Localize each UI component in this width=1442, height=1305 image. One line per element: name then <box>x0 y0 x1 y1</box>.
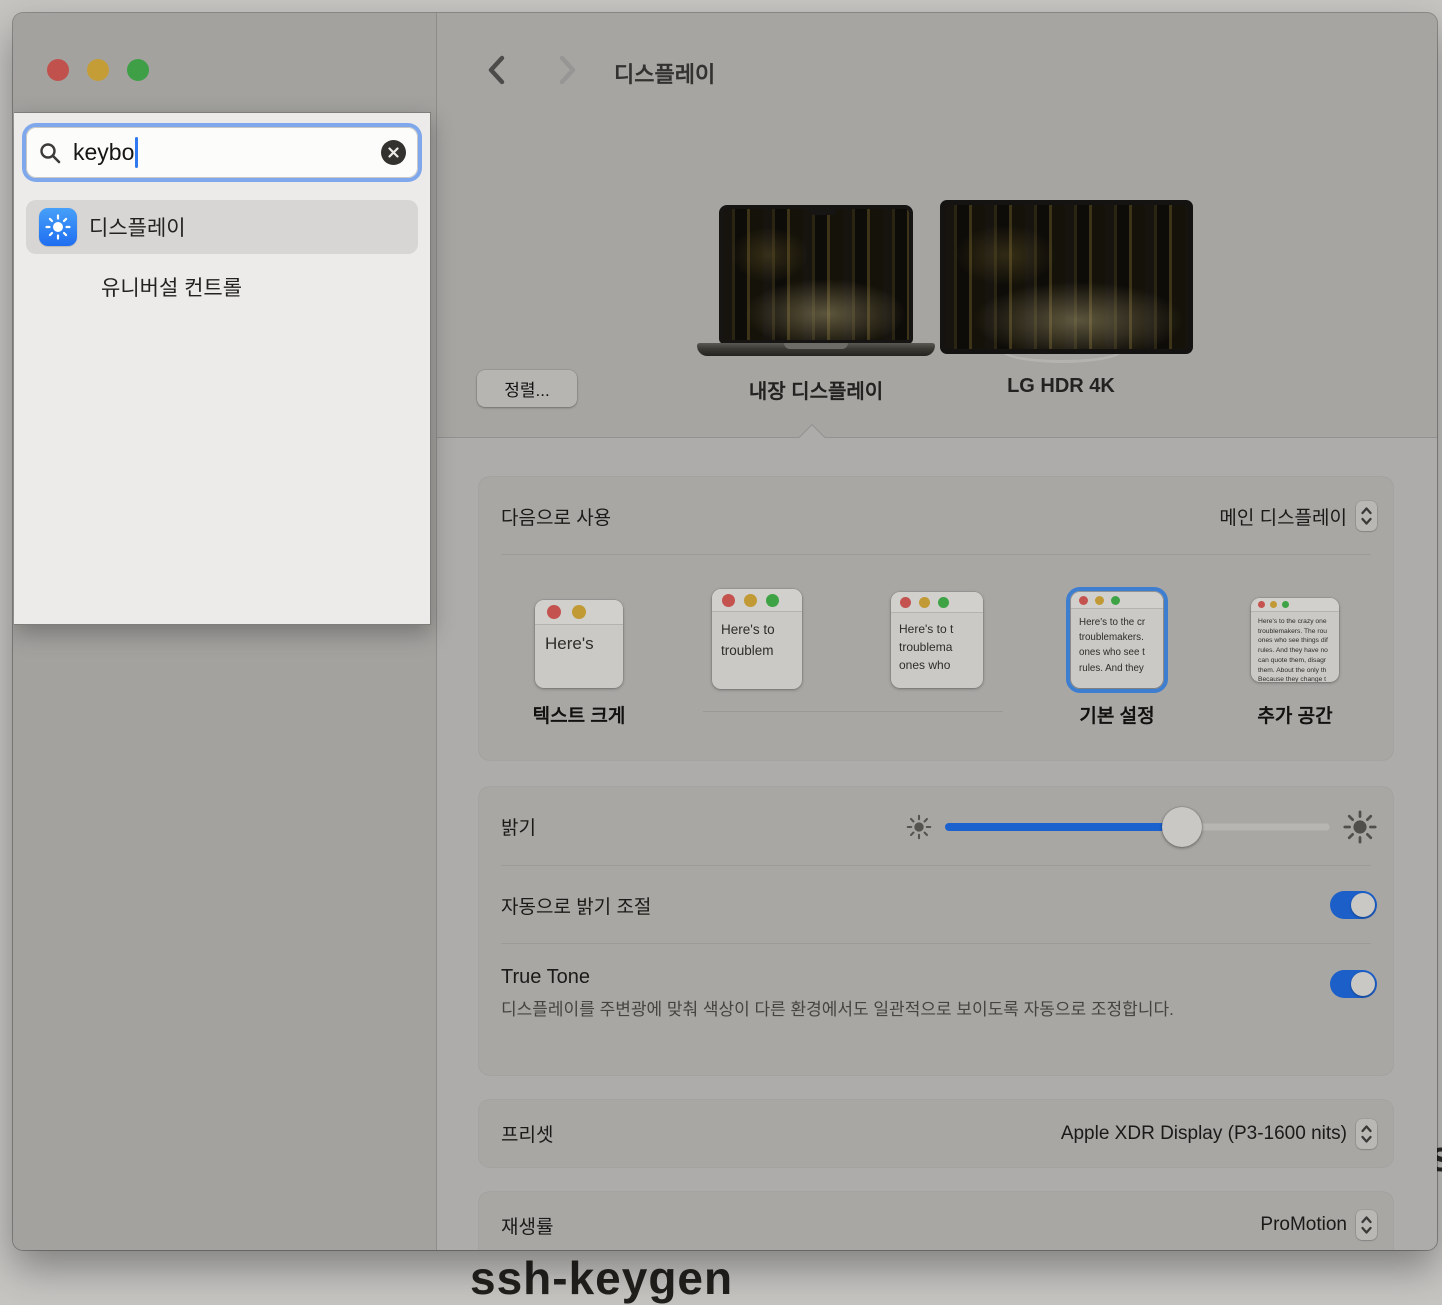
text-size-label-more-space: 추가 공간 <box>1195 701 1395 728</box>
use-as-dropdown[interactable] <box>1356 501 1377 531</box>
display-brightness-icon <box>39 208 77 246</box>
text-size-label-larger-text: 텍스트 크게 <box>479 701 679 728</box>
preset-row: 프리셋 Apple XDR Display (P3-1600 nits) <box>479 1100 1393 1167</box>
slider-fill <box>945 823 1182 831</box>
zoom-window-button[interactable] <box>127 59 149 81</box>
close-window-button[interactable] <box>47 59 69 81</box>
preset-value: Apple XDR Display (P3-1600 nits) <box>1061 1123 1347 1145</box>
search-result-label: 유니버설 컨트롤 <box>101 272 242 302</box>
back-button[interactable] <box>482 54 512 86</box>
preset-dropdown[interactable] <box>1356 1119 1377 1149</box>
auto-brightness-label: 자동으로 밝기 조절 <box>501 892 651 919</box>
mini-window-titlebar <box>712 589 802 612</box>
preset-label: 프리셋 <box>501 1120 553 1147</box>
laptop-base <box>697 343 935 356</box>
mini-window-titlebar <box>1071 592 1163 609</box>
text-size-option-3[interactable]: Here's to t troublema ones who <box>891 592 983 688</box>
preset-card: 프리셋 Apple XDR Display (P3-1600 nits) <box>479 1100 1393 1167</box>
display-thumbnail-lg-hdr-4k[interactable] <box>940 200 1193 354</box>
chevron-up-down-icon <box>1359 1213 1374 1237</box>
laptop-notch <box>810 208 836 215</box>
refresh-rate-dropdown[interactable] <box>1356 1210 1377 1240</box>
refresh-rate-card: 재생률 ProMotion <box>479 1192 1393 1250</box>
chevron-up-down-icon <box>1359 1122 1374 1146</box>
true-tone-toggle[interactable] <box>1330 970 1377 998</box>
text-size-option-more-space[interactable]: Here's to the crazy one troublemakers. T… <box>1251 598 1339 682</box>
close-icon <box>388 147 399 158</box>
display-settings-panel: 다음으로 사용 메인 디스플레이 Here's Here's to troubl… <box>437 438 1437 1250</box>
resolution-card: 다음으로 사용 메인 디스플레이 Here's Here's to troubl… <box>479 477 1393 760</box>
search-icon <box>38 141 62 165</box>
mini-window-titlebar <box>891 592 983 613</box>
toggle-knob <box>1351 972 1375 996</box>
use-as-row: 다음으로 사용 메인 디스플레이 <box>479 477 1393 555</box>
text-size-option-larger-text[interactable]: Here's <box>535 600 623 688</box>
refresh-rate-value: ProMotion <box>1260 1214 1347 1236</box>
mini-window-titlebar <box>1251 598 1339 612</box>
forward-button[interactable] <box>552 54 582 86</box>
text-cursor <box>135 137 138 168</box>
auto-brightness-toggle[interactable] <box>1330 891 1377 919</box>
text-size-option-default-selected[interactable]: Here's to the cr troublemakers. ones who… <box>1071 592 1163 688</box>
true-tone-description: 디스플레이를 주변광에 맞춰 색상이 다른 환경에서도 일관적으로 보이도록 자… <box>501 996 1261 1024</box>
background-terminal-text: ssh-keygen <box>470 1251 733 1305</box>
toggle-knob <box>1351 893 1375 917</box>
true-tone-row: True Tone 디스플레이를 주변광에 맞춰 색상이 다른 환경에서도 일관… <box>479 944 1393 1075</box>
search-input-value: keybo <box>73 139 134 166</box>
use-as-value: 메인 디스플레이 <box>1219 503 1347 530</box>
search-input[interactable]: keybo <box>26 127 418 178</box>
refresh-rate-label: 재생률 <box>501 1212 553 1239</box>
text-size-track <box>703 711 1003 712</box>
search-result-universal-control[interactable]: 유니버설 컨트롤 <box>26 260 418 314</box>
text-size-label-default: 기본 설정 <box>1017 701 1217 728</box>
display-thumbnail-builtin[interactable] <box>719 205 913 344</box>
brightness-slider[interactable] <box>945 807 1330 847</box>
display-name-lg: LG HDR 4K <box>931 375 1191 398</box>
chevron-up-down-icon <box>1359 504 1374 528</box>
minimize-window-button[interactable] <box>87 59 109 81</box>
brightness-label: 밝기 <box>501 813 536 840</box>
search-result-display[interactable]: 디스플레이 <box>26 200 418 254</box>
use-as-label: 다음으로 사용 <box>501 503 611 530</box>
slider-knob[interactable] <box>1162 807 1202 847</box>
search-results-popover: keybo 디스플레이 <box>14 112 431 625</box>
mini-window-titlebar <box>535 600 623 625</box>
display-name-builtin: 내장 디스플레이 <box>686 375 946 404</box>
brightness-card: 밝기 <box>479 787 1393 1075</box>
brightness-low-icon <box>906 814 932 840</box>
page-title: 디스플레이 <box>614 57 715 89</box>
true-tone-label: True Tone <box>501 966 1330 989</box>
text-size-option-2[interactable]: Here's to troublem <box>712 589 802 689</box>
refresh-rate-row: 재생률 ProMotion <box>479 1192 1393 1250</box>
search-result-label: 디스플레이 <box>89 212 186 242</box>
auto-brightness-row: 자동으로 밝기 조절 <box>479 866 1393 944</box>
brightness-high-icon <box>1343 810 1377 844</box>
brightness-row: 밝기 <box>479 787 1393 866</box>
system-settings-window: keybo 디스플레이 <box>13 13 1437 1250</box>
arrange-button[interactable]: 정렬... <box>477 370 577 407</box>
clear-search-button[interactable] <box>381 140 406 165</box>
